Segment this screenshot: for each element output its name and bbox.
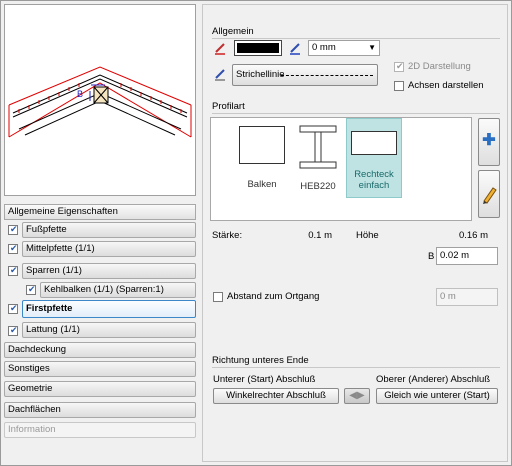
checkbox-sparren[interactable] — [8, 265, 18, 276]
nav-item-firstpfette[interactable]: Firstpfette — [22, 300, 196, 318]
b-input[interactable]: 0.02 m — [436, 247, 498, 265]
checkbox-lattung[interactable] — [8, 325, 18, 336]
checkbox-2d-display[interactable] — [394, 61, 404, 72]
section-title-general: Allgemein — [212, 26, 254, 37]
profile-item-heb220[interactable]: HEB220 — [290, 120, 346, 202]
checkbox-firstpfette[interactable] — [8, 303, 18, 314]
nav-section-geometrie[interactable]: Geometrie — [4, 381, 196, 397]
edit-profile-button[interactable] — [478, 170, 500, 218]
pen-thickness-value: 0 mm — [312, 42, 336, 53]
ortgang-input[interactable]: 0 m — [436, 288, 498, 306]
other-end-label: Oberer (Anderer) Abschluß — [376, 374, 491, 385]
add-profile-button[interactable]: ✚ — [478, 118, 500, 166]
line-style-icon — [213, 67, 227, 81]
balken-shape-icon — [239, 126, 285, 164]
label-2d-display: 2D Darstellung — [408, 61, 471, 72]
pen-color-icon — [213, 41, 227, 55]
roof-preview-drawing: B — [8, 66, 192, 138]
nav-item-kehlbalken[interactable]: Kehlbalken (1/1) (Sparren:1) — [40, 282, 196, 298]
roof-preview: B — [4, 4, 196, 196]
thickness-label: Stärke: — [212, 230, 243, 241]
section-title-direction: Richtung unteres Ende — [212, 355, 309, 366]
height-label: Höhe — [356, 230, 379, 241]
nav-item-fusspfette[interactable]: Fußpfette — [22, 222, 196, 238]
nav-header-general[interactable]: Allgemeine Eigenschaften — [4, 204, 196, 220]
profile-item-label: HEB220 — [300, 181, 336, 192]
preview-b-label: B — [77, 89, 83, 99]
checkbox-kehlbalken[interactable] — [26, 284, 36, 295]
section-title-profile: Profilart — [212, 101, 245, 112]
b-label: B — [428, 251, 435, 262]
nav-section-information: Information — [4, 422, 196, 438]
nav-section-sonstiges[interactable]: Sonstiges — [4, 361, 196, 377]
i-beam-icon — [299, 125, 337, 169]
separator — [212, 38, 500, 39]
nav-item-lattung[interactable]: Lattung (1/1) — [22, 322, 196, 338]
nav-section-dachflaechen[interactable]: Dachflächen — [4, 402, 196, 418]
profile-item-balken[interactable]: Balken — [234, 120, 290, 202]
pencil-icon — [483, 187, 497, 204]
thickness-value: 0.1 m — [308, 230, 332, 241]
pen-thickness-select[interactable]: 0 mm ▼ — [308, 40, 380, 56]
checkbox-mittelpfette[interactable] — [8, 243, 18, 254]
label-show-axes: Achsen darstellen — [408, 80, 484, 91]
pen-thickness-icon — [288, 41, 302, 55]
swap-ends-button[interactable]: ◀▶ — [344, 388, 370, 404]
profile-item-label: Balken — [247, 179, 277, 190]
plus-icon: ✚ — [482, 132, 496, 149]
other-end-button[interactable]: Gleich wie unterer (Start) — [376, 388, 498, 404]
nav-item-mittelpfette[interactable]: Mittelpfette (1/1) — [22, 241, 196, 257]
separator — [212, 113, 500, 114]
checkbox-fusspfette[interactable] — [8, 224, 18, 235]
separator — [212, 367, 500, 368]
checkbox-ortgang[interactable] — [213, 292, 223, 302]
line-style-label: Strichellinie — [236, 69, 285, 80]
start-end-label: Unterer (Start) Abschluß — [213, 374, 316, 385]
profile-item-rechteck[interactable]: Rechteck einfach — [346, 118, 402, 198]
swap-arrows-icon: ◀▶ — [349, 390, 365, 401]
nav-section-dachdeckung[interactable]: Dachdeckung — [4, 342, 196, 358]
ortgang-label: Abstand zum Ortgang — [227, 291, 320, 302]
checkbox-show-axes[interactable] — [394, 81, 404, 91]
nav-item-sparren[interactable]: Sparren (1/1) — [22, 263, 196, 279]
line-style-button[interactable]: Strichellinie — [232, 64, 378, 86]
line-color-swatch[interactable] — [234, 40, 282, 56]
start-end-button[interactable]: Winkelrechter Abschluß — [213, 388, 339, 404]
line-style-preview — [281, 75, 373, 76]
profile-item-label: Rechteck einfach — [354, 169, 394, 191]
chevron-down-icon: ▼ — [368, 43, 376, 52]
rectangle-shape-icon — [351, 131, 397, 155]
height-value: 0.16 m — [458, 230, 488, 241]
